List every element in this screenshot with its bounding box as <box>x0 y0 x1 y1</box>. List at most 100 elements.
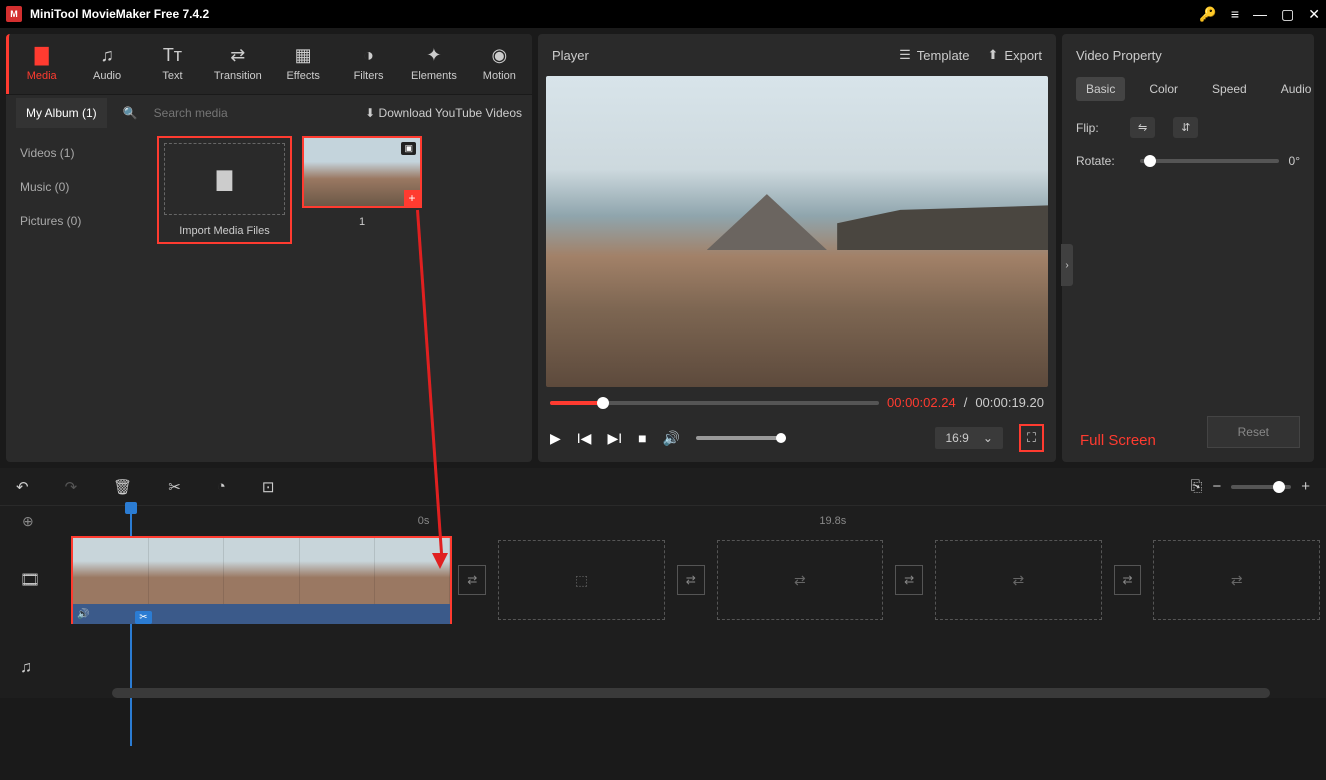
empty-clip-slot[interactable]: ⬚ <box>498 540 665 620</box>
minimize-button[interactable]: — <box>1253 6 1267 22</box>
reset-button[interactable]: Reset <box>1207 416 1300 448</box>
sidebar-item-pictures[interactable]: Pictures (0) <box>6 204 151 238</box>
drop-icon: ⇄ <box>1012 572 1024 589</box>
transition-slot[interactable]: ⇄ <box>1114 565 1142 595</box>
player-title: Player <box>552 48 589 63</box>
video-preview[interactable] <box>546 76 1048 387</box>
timeline-ruler[interactable]: ⊕ 0s 19.8s <box>0 506 1326 536</box>
play-button[interactable]: ▶ <box>550 430 561 447</box>
ribbon-audio[interactable]: ♫Audio <box>74 40 139 88</box>
tab-basic[interactable]: Basic <box>1076 77 1125 101</box>
speaker-icon: 🔊 <box>77 609 89 620</box>
zoom-slider[interactable] <box>1231 485 1291 489</box>
timeline-clip[interactable]: 🔊 ✂ <box>71 536 452 624</box>
empty-clip-slot[interactable]: ⇄ <box>717 540 884 620</box>
video-track-icon: 🎞 <box>20 536 40 624</box>
split-button[interactable]: ✂ <box>168 478 181 496</box>
media-grid: ▇ Import Media Files ▣ + 1 <box>151 130 532 462</box>
layers-icon: ☰ <box>899 47 911 63</box>
video-track[interactable]: 🔊 ✂ ⇄ ⬚ ⇄ ⇄ ⇄ ⇄ ⇄ ⇄ <box>56 536 1326 624</box>
fit-zoom-button[interactable]: ⎘ <box>1190 478 1202 495</box>
ribbon-transition[interactable]: ⇄Transition <box>205 40 270 88</box>
ribbon-effects[interactable]: ▦Effects <box>271 40 336 88</box>
scissors-icon[interactable]: ✂ <box>135 611 151 624</box>
transition-slot[interactable]: ⇄ <box>458 565 486 595</box>
speed-button[interactable]: ◔ <box>217 478 226 495</box>
album-label[interactable]: My Album (1) <box>16 98 107 128</box>
effects-icon: ▦ <box>295 46 312 64</box>
ribbon-motion[interactable]: ◉Motion <box>467 40 532 88</box>
titlebar: M MiniTool MovieMaker Free 7.4.2 🔑 ≡ — ▢… <box>0 0 1326 28</box>
template-button[interactable]: ☰Template <box>899 47 969 63</box>
zoom-in-button[interactable]: + <box>1301 478 1310 495</box>
current-time: 00:00:02.24 <box>887 395 956 410</box>
crop-button[interactable]: ⊡ <box>262 478 275 496</box>
add-to-timeline-button[interactable]: + <box>404 190 420 206</box>
export-icon: ⬆ <box>988 47 999 63</box>
app-logo: M <box>6 6 22 22</box>
menu-icon[interactable]: ≡ <box>1231 6 1239 22</box>
stop-button[interactable]: ■ <box>638 430 646 446</box>
media-clip[interactable]: ▣ + <box>302 136 422 208</box>
media-panel: ▇Media ♫Audio TᴛText ⇄Transition ▦Effect… <box>6 34 532 462</box>
tab-speed[interactable]: Speed <box>1202 77 1257 101</box>
motion-icon: ◉ <box>491 46 507 64</box>
redo-button[interactable]: ↷ <box>65 478 78 496</box>
delete-button[interactable]: 🗑 <box>113 478 132 496</box>
ribbon-media[interactable]: ▇Media <box>9 40 74 88</box>
tab-audio[interactable]: Audio <box>1271 77 1322 101</box>
volume-slider[interactable] <box>696 436 786 440</box>
fullscreen-icon: ⛶ <box>1027 430 1036 445</box>
ribbon-elements[interactable]: ✦Elements <box>401 40 466 88</box>
close-button[interactable]: ✕ <box>1308 6 1320 23</box>
search-input[interactable] <box>154 106 309 120</box>
flip-label: Flip: <box>1076 121 1130 135</box>
property-title: Video Property <box>1076 48 1300 63</box>
volume-icon[interactable]: 🔊 <box>663 430 680 447</box>
timeline: ↶ ↷ 🗑 ✂ ◔ ⊡ ⎘ − + ⊕ 0s 19.8s 🎞 🔊 ✂ ⇄ <box>0 468 1326 698</box>
ruler-mark: 0s <box>418 515 430 527</box>
empty-clip-slot[interactable]: ⇄ <box>1153 540 1320 620</box>
empty-clip-slot[interactable]: ⇄ <box>935 540 1102 620</box>
sidebar-item-music[interactable]: Music (0) <box>6 170 151 204</box>
import-media-button[interactable]: ▇ Import Media Files <box>157 136 292 244</box>
transition-icon: ⇄ <box>230 46 245 64</box>
prev-frame-button[interactable]: I◀ <box>577 430 592 447</box>
next-frame-button[interactable]: ▶I <box>607 430 622 447</box>
add-track-button[interactable]: ⊕ <box>22 513 34 530</box>
export-button[interactable]: ⬆Export <box>988 47 1042 63</box>
maximize-button[interactable]: ▢ <box>1281 6 1294 23</box>
text-icon: Tᴛ <box>163 46 182 64</box>
rotate-value: 0° <box>1289 154 1300 168</box>
property-panel: › Video Property Basic Color Speed Audio… <box>1062 34 1314 462</box>
filters-icon: ◑ <box>363 46 374 64</box>
ribbon-filters[interactable]: ◑Filters <box>336 40 401 88</box>
flip-horizontal-button[interactable]: ⇋ <box>1130 117 1155 138</box>
tab-color[interactable]: Color <box>1139 77 1188 101</box>
drop-icon: ⬚ <box>575 572 588 589</box>
undo-button[interactable]: ↶ <box>16 478 29 496</box>
elements-icon: ✦ <box>426 46 441 64</box>
fullscreen-button[interactable]: ⛶ <box>1019 424 1044 452</box>
sidebar-item-videos[interactable]: Videos (1) <box>6 136 151 170</box>
horizontal-scrollbar[interactable] <box>112 688 1270 698</box>
drop-icon: ⇄ <box>1231 572 1243 589</box>
download-youtube-link[interactable]: ⬇ Download YouTube Videos <box>365 106 522 120</box>
zoom-out-button[interactable]: − <box>1212 478 1221 495</box>
annotation-arrow-head <box>432 553 448 569</box>
seek-slider[interactable] <box>550 401 879 405</box>
aspect-ratio-select[interactable]: 16:9⌄ <box>935 427 1002 449</box>
ribbon-text[interactable]: TᴛText <box>140 40 205 88</box>
transition-slot[interactable]: ⇄ <box>895 565 923 595</box>
clip-label: 1 <box>302 216 422 228</box>
search-icon: 🔍 <box>123 106 138 120</box>
flip-vertical-button[interactable]: ⇵ <box>1173 117 1198 138</box>
rotate-slider[interactable] <box>1140 159 1279 163</box>
audio-track[interactable] <box>56 624 1326 684</box>
ruler-mark: 19.8s <box>819 515 846 527</box>
expand-panel-button[interactable]: › <box>1061 244 1073 286</box>
license-key-icon[interactable]: 🔑 <box>1199 6 1216 23</box>
app-title: MiniTool MovieMaker Free 7.4.2 <box>30 7 1199 21</box>
music-note-icon: ♫ <box>100 46 114 64</box>
transition-slot[interactable]: ⇄ <box>677 565 705 595</box>
